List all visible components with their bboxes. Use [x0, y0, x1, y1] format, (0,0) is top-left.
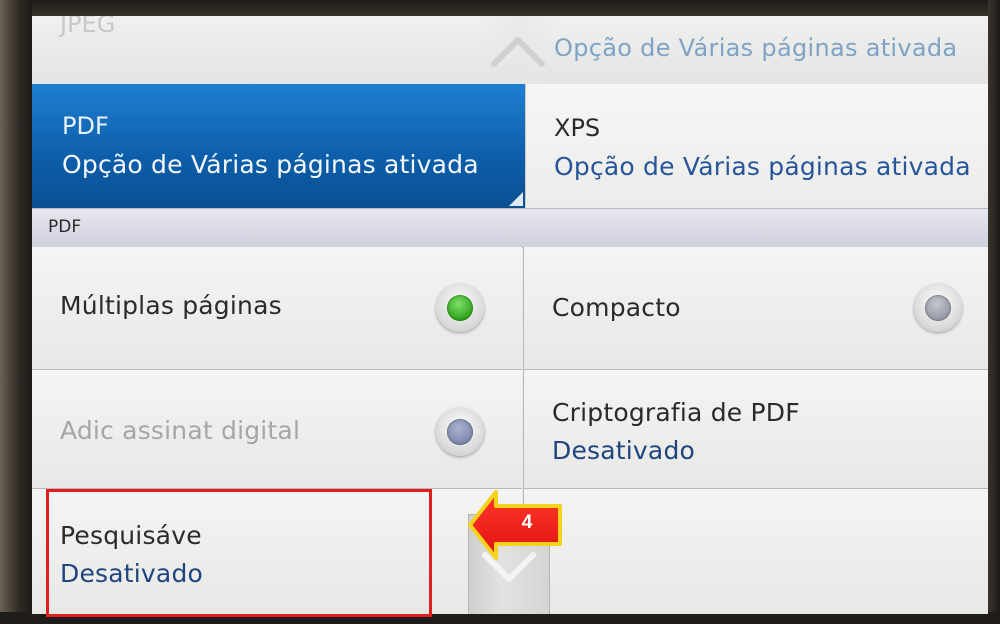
option-pdf-encryption[interactable]: Criptografia de PDF Desativado: [523, 370, 988, 489]
multipage-radio[interactable]: [436, 284, 484, 332]
format-status: Opção de Várias páginas ativada: [62, 150, 479, 179]
option-label: Criptografia de PDF: [552, 398, 800, 427]
format-name: PDF: [62, 112, 109, 140]
empty-cell: [523, 489, 988, 614]
option-value: Desativado: [552, 436, 696, 465]
section-title: PDF: [48, 217, 82, 237]
annotation-step-number: 4: [521, 512, 533, 533]
radio-disabled-indicator: [447, 419, 473, 445]
format-status: Opção de Várias páginas ativada: [554, 152, 971, 181]
format-tile-pdf[interactable]: PDF Opção de Várias páginas ativada: [32, 84, 525, 208]
option-label: Múltiplas páginas: [60, 291, 282, 320]
option-label: Adic assinat digital: [60, 416, 301, 445]
format-selection-row: PDF Opção de Várias páginas ativada XPS …: [32, 84, 988, 208]
options-corner-indicator: [509, 192, 523, 206]
format-name: XPS: [554, 114, 601, 142]
section-header-pdf: PDF: [32, 208, 988, 248]
format-tile-xps[interactable]: XPS Opção de Várias páginas ativada: [525, 84, 988, 208]
compact-radio[interactable]: [914, 284, 962, 332]
jpeg-label-ghost: JPEG: [60, 16, 116, 38]
chevron-up-icon: [491, 37, 545, 67]
radio-on-indicator: [447, 295, 473, 321]
option-compact[interactable]: Compacto: [523, 247, 988, 370]
previous-format-status: Opção de Várias páginas ativada: [554, 34, 958, 62]
radio-off-indicator: [925, 295, 951, 321]
digital-signature-radio: [436, 408, 484, 456]
option-label: Compacto: [552, 293, 681, 322]
device-bezel-right: [988, 0, 1000, 624]
option-digital-signature: Adic assinat digital: [32, 370, 522, 489]
device-bezel-left: [0, 0, 32, 624]
scroll-up-button[interactable]: [478, 16, 558, 84]
option-multipage[interactable]: Múltiplas páginas: [32, 247, 522, 370]
annotation-highlight-box: [46, 489, 432, 617]
